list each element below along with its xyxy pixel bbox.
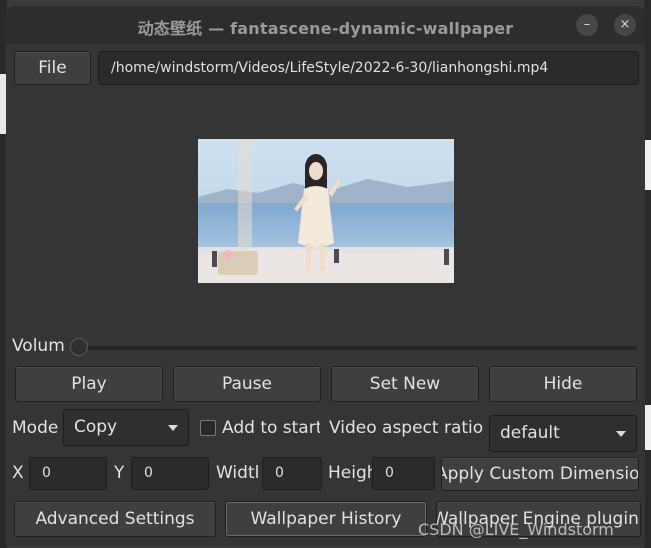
- pause-button[interactable]: Pause: [173, 366, 321, 402]
- file-button[interactable]: File: [14, 51, 91, 85]
- chevron-down-icon: [616, 430, 626, 437]
- video-aspect-ratio-label: Video aspect ratio: [329, 418, 484, 438]
- minimize-button[interactable]: –: [576, 14, 598, 36]
- x-label: X: [12, 463, 24, 483]
- title-bar: 动态壁纸 — fantascene-dynamic-wallpaper – ×: [6, 6, 645, 44]
- wallpaper-history-button[interactable]: Wallpaper History: [225, 501, 427, 537]
- app-window: 动态壁纸 — fantascene-dynamic-wallpaper – × …: [6, 6, 645, 546]
- aspect-ratio-select-value: default: [500, 423, 560, 443]
- mode-select-value: Copy: [74, 417, 118, 437]
- background-desktop-right: [644, 0, 651, 548]
- height-input[interactable]: 0: [372, 457, 435, 490]
- apply-custom-dimension-button[interactable]: Apply Custom Dimension: [441, 457, 639, 491]
- add-to-startup-checkbox[interactable]: [200, 420, 216, 436]
- video-path-field[interactable]: /home/windstorm/Videos/LifeStyle/2022-6-…: [98, 51, 639, 85]
- width-input[interactable]: 0: [262, 457, 322, 490]
- volume-slider[interactable]: [84, 346, 637, 350]
- volume-slider-handle[interactable]: [70, 338, 88, 356]
- mode-select[interactable]: Copy: [63, 409, 189, 446]
- y-label: Y: [114, 463, 125, 483]
- aspect-ratio-select[interactable]: default: [489, 415, 637, 452]
- background-fragment: [644, 140, 651, 190]
- mode-label: Mode: [12, 418, 59, 438]
- background-fragment: [644, 405, 651, 450]
- advanced-settings-button[interactable]: Advanced Settings: [14, 501, 216, 537]
- video-preview: [198, 139, 454, 283]
- x-input[interactable]: 0: [29, 457, 107, 490]
- close-button[interactable]: ×: [614, 14, 636, 36]
- set-new-button[interactable]: Set New: [331, 366, 479, 402]
- add-to-startup-label[interactable]: Add to startu: [222, 418, 320, 438]
- hide-button[interactable]: Hide: [489, 366, 637, 402]
- height-label: Heigh: [328, 463, 378, 483]
- chevron-down-icon: [168, 424, 178, 431]
- y-input[interactable]: 0: [131, 457, 209, 490]
- watermark-text: CSDN @LIVE_Windstorm: [418, 520, 614, 539]
- window-title: 动态壁纸 — fantascene-dynamic-wallpaper: [137, 19, 514, 38]
- video-thumbnail-image: [198, 139, 454, 283]
- play-button[interactable]: Play: [15, 366, 163, 402]
- volume-label: Volum: [12, 336, 65, 356]
